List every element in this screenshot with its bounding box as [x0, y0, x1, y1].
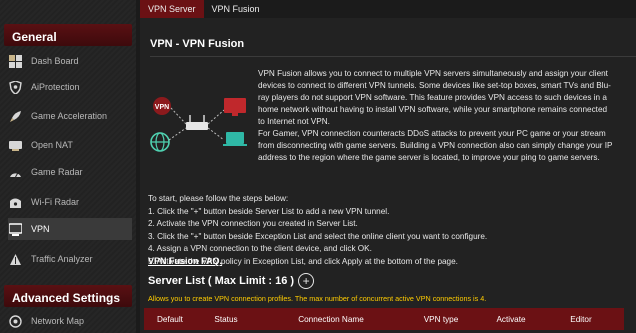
- vpn-fusion-description: VPN Fusion allows you to connect to mult…: [258, 68, 630, 164]
- server-list-header: Server List ( Max Limit : 16 ) +: [148, 273, 315, 289]
- step-item: 1. Click the "+" button beside Server Li…: [148, 206, 390, 216]
- sidebar-item-label: Open NAT: [31, 140, 73, 150]
- server-list-note: Allows you to create VPN connection prof…: [148, 294, 487, 303]
- tab-bar: VPN Server VPN Fusion: [140, 0, 268, 18]
- sidebar-item-wi-fi-radar[interactable]: Wi-Fi Radar: [8, 191, 132, 213]
- sidebar-item-label: VPN: [31, 224, 50, 234]
- sidebar-item-traffic-analyzer[interactable]: Traffic Analyzer: [8, 248, 132, 270]
- description-line: home network without having to install V…: [258, 105, 608, 114]
- column-header-vpn-type: VPN type: [423, 314, 459, 324]
- column-header-connection-name: Connection Name: [298, 314, 364, 324]
- sidebar-item-game-radar[interactable]: Game Radar: [8, 161, 132, 183]
- rocket-icon: [8, 109, 22, 123]
- description-line: devices to connect to different VPN tunn…: [258, 81, 611, 90]
- sidebar-item-dash-board[interactable]: Dash Board: [8, 50, 132, 72]
- nat-icon: [8, 138, 22, 152]
- page-title: VPN - VPN Fusion: [150, 38, 245, 50]
- sidebar-item-label: Game Radar: [31, 167, 83, 177]
- vpn-icon: [8, 222, 22, 236]
- column-header-default: Default: [157, 314, 183, 324]
- vpn-fusion-illustration: VPN: [150, 97, 247, 152]
- title-divider: [150, 56, 636, 57]
- network-map-icon: [8, 314, 22, 328]
- sidebar: General Dash Board AiProtection Game Acc…: [0, 0, 136, 333]
- sidebar-item-label: Dash Board: [31, 56, 79, 66]
- traffic-icon: [8, 252, 22, 266]
- sidebar-item-label: AiProtection: [31, 82, 80, 92]
- sidebar-item-aiprotection[interactable]: AiProtection: [8, 76, 132, 98]
- advanced-settings-header: Advanced Settings: [4, 285, 132, 307]
- sidebar-item-label: Traffic Analyzer: [31, 254, 93, 264]
- sidebar-item-label: Network Map: [31, 316, 85, 326]
- sidebar-item-label: Game Acceleration: [31, 111, 108, 121]
- dashboard-icon: [8, 54, 22, 68]
- description-line: ray players do not support VPN software.…: [258, 93, 607, 102]
- vpn-badge-label: VPN: [155, 104, 169, 111]
- sidebar-item-vpn[interactable]: VPN: [8, 218, 132, 240]
- sidebar-item-game-acceleration[interactable]: Game Acceleration: [8, 105, 132, 127]
- tab-vpn-server[interactable]: VPN Server: [140, 0, 204, 18]
- sidebar-item-open-nat[interactable]: Open NAT: [8, 134, 132, 156]
- column-header-editor: Editor: [570, 314, 592, 324]
- vpn-fusion-faq-link[interactable]: VPN Fusion FAQ.: [148, 256, 222, 266]
- step-item: 3. Click the "+" button beside Exception…: [148, 231, 488, 241]
- column-header-activate: Activate: [496, 314, 526, 324]
- main-content: VPN - VPN Fusion VPN VPN Fusion allows y…: [140, 18, 636, 333]
- tab-vpn-fusion[interactable]: VPN Fusion: [204, 0, 268, 18]
- description-line: from disconnecting with game servers. Bu…: [258, 141, 613, 150]
- server-list-table-header: Default Status Connection Name VPN type …: [144, 308, 624, 330]
- step-item: 4. Assign a VPN connection to the client…: [148, 244, 372, 254]
- description-line: to Internet not VPN.: [258, 117, 330, 126]
- shield-icon: [8, 80, 22, 94]
- radar-icon: [8, 165, 22, 179]
- server-list-title: Server List ( Max Limit : 16 ): [148, 275, 295, 287]
- add-server-button[interactable]: +: [298, 273, 315, 289]
- column-header-status: Status: [214, 314, 238, 324]
- sidebar-item-network-map[interactable]: Network Map: [8, 310, 132, 332]
- general-section-header: General: [4, 24, 132, 46]
- description-line: address to the region where the game ser…: [258, 153, 600, 162]
- description-line: VPN Fusion allows you to connect to mult…: [258, 69, 608, 78]
- description-line: For Gamer, VPN connection counteracts DD…: [258, 129, 606, 138]
- steps-intro: To start, please follow the steps below:: [148, 194, 289, 203]
- sidebar-item-label: Wi-Fi Radar: [31, 197, 80, 207]
- step-item: 2. Activate the VPN connection you creat…: [148, 219, 358, 229]
- wifi-radar-icon: [8, 195, 22, 209]
